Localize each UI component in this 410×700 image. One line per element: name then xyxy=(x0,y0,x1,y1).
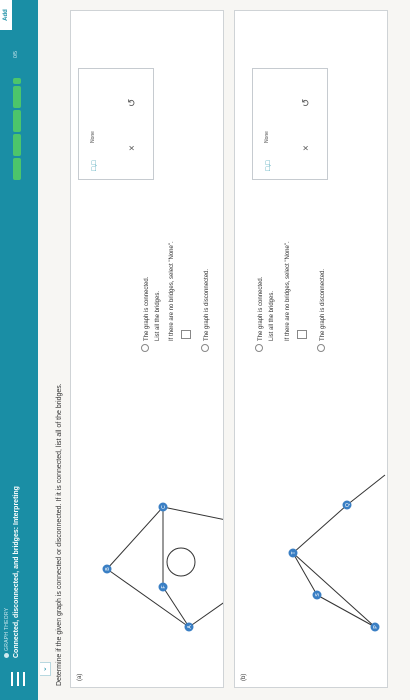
svg-text:B: B xyxy=(105,567,111,571)
part-label: (a) xyxy=(77,673,83,681)
progress-segment xyxy=(13,134,21,156)
none-button[interactable]: None xyxy=(90,131,96,143)
vertex-a: A xyxy=(184,622,194,632)
list-bridges-label: List all the bridges. xyxy=(269,290,275,341)
radio-connected[interactable] xyxy=(255,344,263,352)
progress-label: 0/5 xyxy=(13,51,19,58)
vertex-b: B xyxy=(102,564,112,574)
none-button[interactable]: None xyxy=(264,131,270,143)
add-button[interactable]: Add xyxy=(0,0,12,30)
breadcrumb: GRAPH THEORY xyxy=(4,608,10,658)
graph-a: A B C F xyxy=(102,502,223,632)
progress-segment xyxy=(13,86,21,108)
bridges-answer-box[interactable] xyxy=(297,330,307,339)
edge-b-c xyxy=(106,506,164,570)
no-bridges-note: If there are no bridges, select "None". xyxy=(285,241,291,341)
page-title: Connected, disconnected, and bridges: In… xyxy=(13,486,20,658)
edge-s-t xyxy=(292,552,318,596)
edge-a-d xyxy=(188,586,223,628)
svg-text:C: C xyxy=(161,505,167,509)
undo-icon[interactable]: ↺ xyxy=(301,99,312,107)
bridge-entry-icon[interactable]: □,□ xyxy=(265,161,272,171)
vertex-q: Q xyxy=(342,500,352,510)
option-connected[interactable]: The graph is connected. xyxy=(255,277,264,352)
menu-icon[interactable] xyxy=(11,672,25,686)
chevron-down-icon[interactable]: ⌄ xyxy=(40,662,51,676)
progress-segment xyxy=(13,78,21,84)
vertex-c: C xyxy=(158,502,168,512)
option-disconnected[interactable]: The graph is disconnected. xyxy=(201,269,210,352)
bridge-entry-icon[interactable]: □,□ xyxy=(91,161,98,171)
svg-text:P: P xyxy=(373,625,379,629)
progress-bar xyxy=(13,62,21,180)
svg-text:A: A xyxy=(187,625,193,629)
bridges-answer-box[interactable] xyxy=(181,330,191,339)
option-connected[interactable]: The graph is connected. xyxy=(141,277,150,352)
answer-tools-b: □,□ None × ↺ xyxy=(252,68,328,180)
part-label: (b) xyxy=(241,673,247,681)
undo-icon[interactable]: ↺ xyxy=(127,99,138,107)
edge-c-e xyxy=(162,506,223,523)
progress-segment xyxy=(13,110,21,132)
option-disconnected[interactable]: The graph is disconnected. xyxy=(317,269,326,352)
edge-p-s xyxy=(316,594,376,628)
edge-t-q xyxy=(292,504,348,554)
vertex-t: T xyxy=(288,548,298,558)
radio-connected[interactable] xyxy=(141,344,149,352)
vertex-p: P xyxy=(370,622,380,632)
edge-a-f xyxy=(162,586,190,628)
answer-tools-a: □,□ None × ↺ xyxy=(78,68,154,180)
radio-disconnected[interactable] xyxy=(317,344,325,352)
question-page: GRAPH THEORY Connected, disconnected, an… xyxy=(0,0,410,700)
edge-q-r xyxy=(346,474,386,506)
vertex-s: S xyxy=(312,590,322,600)
header-bar: GRAPH THEORY Connected, disconnected, an… xyxy=(0,0,38,700)
edge-p-t xyxy=(292,552,376,628)
svg-text:Q: Q xyxy=(345,503,351,507)
clear-button[interactable]: × xyxy=(301,145,312,151)
loop-f xyxy=(166,547,196,577)
svg-text:T: T xyxy=(291,551,297,554)
radio-disconnected[interactable] xyxy=(201,344,209,352)
vertex-f: F xyxy=(158,582,168,592)
svg-text:S: S xyxy=(315,593,321,597)
edge-a-b xyxy=(106,568,190,628)
svg-text:F: F xyxy=(161,585,167,588)
topic-icon xyxy=(4,653,9,658)
clear-button[interactable]: × xyxy=(127,145,138,151)
graph-b: P S T Q xyxy=(288,474,386,632)
list-bridges-label: List all the bridges. xyxy=(155,290,161,341)
instruction-text: Determine if the given graph is connecte… xyxy=(56,383,63,686)
no-bridges-note: If there are no bridges, select "None". xyxy=(169,241,175,341)
progress-segment xyxy=(13,158,21,180)
